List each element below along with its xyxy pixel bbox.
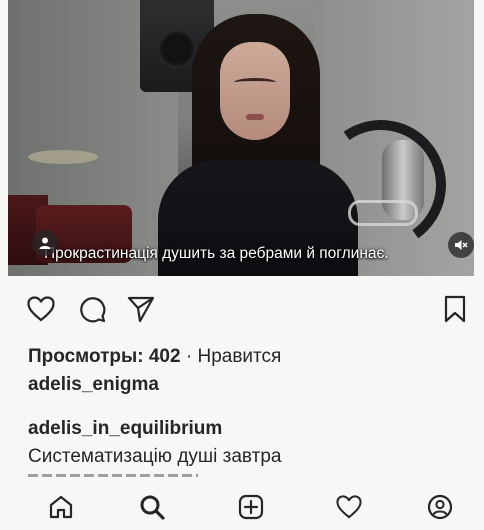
search-icon: [140, 495, 165, 520]
person-icon: [39, 237, 51, 249]
heart-icon: [336, 495, 362, 519]
plus-square-icon: [238, 494, 264, 520]
share-button[interactable]: [126, 294, 156, 324]
tagged-users-button[interactable]: [32, 230, 58, 256]
video-player[interactable]: Прокрастинація душить за ребрами й погли…: [8, 0, 474, 276]
separator: ·: [185, 346, 193, 367]
post-screen: Прокрастинація душить за ребрами й погли…: [0, 0, 484, 530]
nav-activity[interactable]: [334, 492, 364, 522]
heart-outline-icon: [27, 296, 55, 322]
nav-profile[interactable]: [425, 492, 455, 522]
mute-toggle-button[interactable]: [448, 232, 474, 258]
muted-speaker-icon: [455, 240, 468, 250]
post-caption: Систематизацію душі завтра: [28, 446, 282, 467]
mic-clip: [348, 200, 418, 226]
post-actions: [0, 294, 484, 330]
liked-by-username[interactable]: adelis_enigma: [28, 374, 159, 396]
like-button[interactable]: [26, 294, 56, 324]
likes-label[interactable]: Нравится: [197, 346, 281, 367]
nav-create[interactable]: [236, 492, 266, 522]
singer-face: [220, 42, 290, 140]
home-icon: [49, 495, 73, 519]
paper-plane-icon: [127, 296, 155, 323]
comment-button[interactable]: [77, 294, 107, 324]
bookmark-icon: [444, 295, 466, 323]
post-author-username[interactable]: adelis_in_equilibrium: [28, 418, 222, 440]
nav-search[interactable]: [137, 492, 167, 522]
cymbal: [28, 150, 98, 164]
save-button[interactable]: [440, 294, 470, 324]
comment-bubble-icon: [80, 297, 106, 323]
views-likes-line: Просмотры: 402 · Нравится: [28, 346, 281, 368]
bottom-nav: [0, 480, 484, 530]
video-caption: Прокрастинація душить за ребрами й погли…: [44, 245, 389, 262]
view-count[interactable]: Просмотры: 402: [28, 346, 181, 367]
profile-icon: [427, 494, 453, 520]
nav-home[interactable]: [46, 492, 76, 522]
